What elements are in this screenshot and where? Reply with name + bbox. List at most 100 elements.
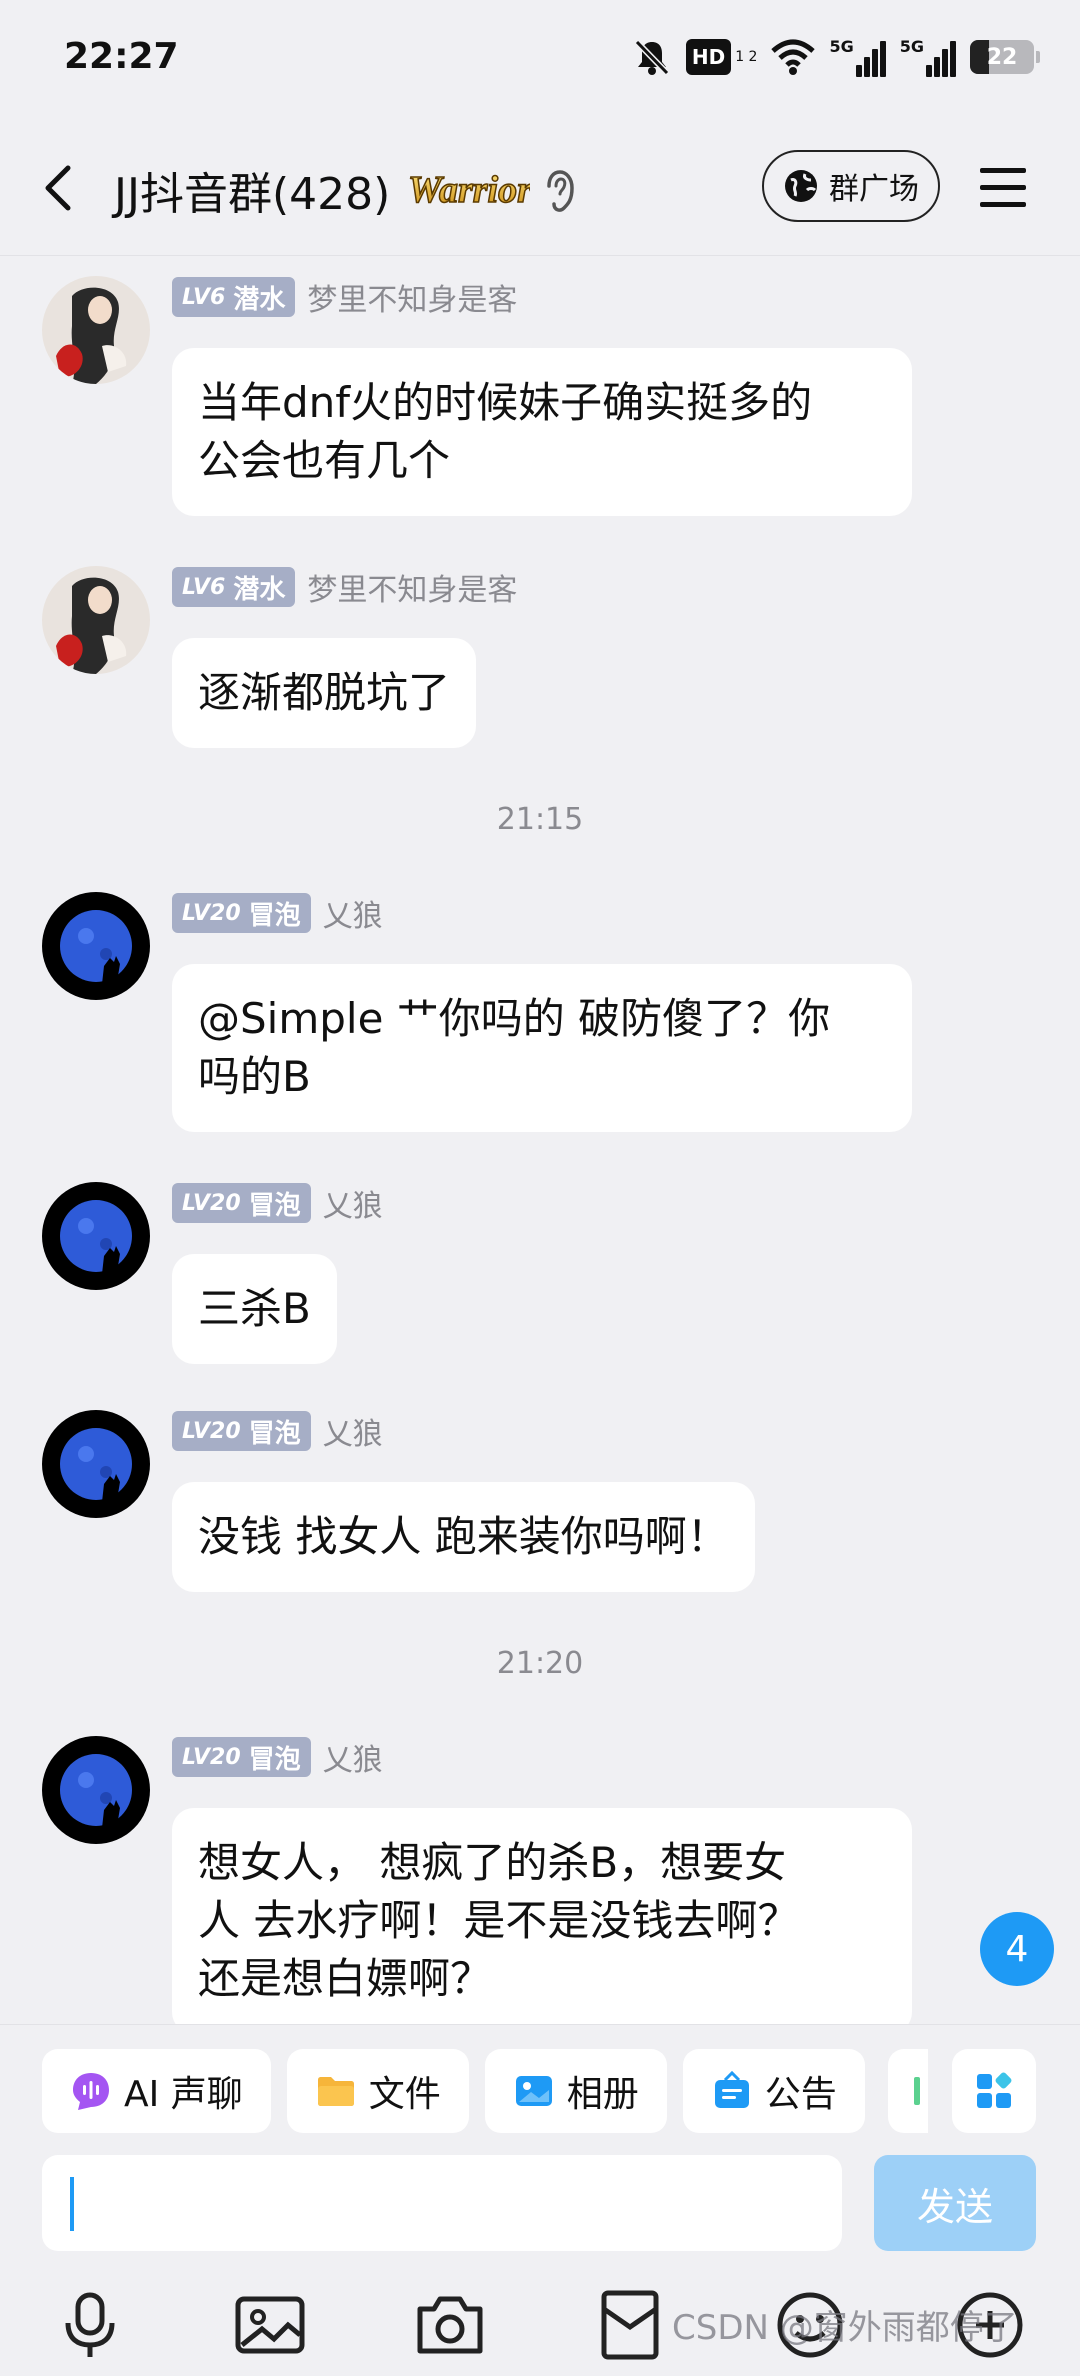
message-line: 人 去水疗啊！是不是没钱去啊？ [198, 1896, 800, 1945]
announcement-label: 公告 [764, 2074, 837, 2115]
signal-bar [871, 49, 878, 77]
rank-text: 冒泡 [248, 1744, 301, 1775]
group-square-button[interactable]: 群广场 [762, 150, 940, 222]
level-text: LV20 [182, 1418, 241, 1444]
timestamp: 21:20 [496, 1646, 584, 1681]
level-text: LV20 [182, 1190, 241, 1216]
message-bubble[interactable]: 没钱 找女人 跑来装你吗啊！ [172, 1482, 755, 1592]
signal-1-icon: 5G [829, 37, 886, 77]
message-bubble[interactable]: @Simple 艹你吗的 破防傻了？你 吗的B [172, 964, 912, 1132]
message-bubble[interactable]: 逐渐都脱坑了 [172, 638, 477, 748]
sender-name[interactable]: 乂狼 [323, 1181, 383, 1225]
red-packet-icon[interactable] [594, 2289, 666, 2361]
file-button[interactable]: 文件 [286, 2049, 469, 2133]
rank-text: 冒泡 [248, 1418, 301, 1449]
message-bubble[interactable]: 三杀B [172, 1254, 337, 1364]
avatar-image [42, 1736, 150, 1844]
avatar-image [42, 892, 150, 1000]
battery-icon: 22 [970, 40, 1034, 74]
signal-bar [855, 65, 862, 77]
send-button[interactable]: 发送 [874, 2155, 1036, 2251]
announcement-button[interactable]: 公告 [682, 2049, 865, 2133]
quick-action-partial[interactable] [888, 2049, 928, 2133]
avatar-girl[interactable] [42, 566, 150, 674]
message-meta: LV6 潜水 梦里不知身是客 [172, 566, 517, 608]
message-meta: LV6 潜水 梦里不知身是客 [172, 276, 517, 318]
sender-name[interactable]: 乂狼 [323, 891, 383, 935]
unread-count-badge[interactable]: 4 [980, 1912, 1054, 1986]
avatar-girl[interactable] [42, 276, 150, 384]
level-text: LV6 [182, 284, 226, 310]
announcement-icon [714, 2070, 749, 2108]
message-meta: LV20 冒泡 乂狼 [172, 1182, 383, 1224]
globe-icon [785, 170, 817, 202]
battery-tip [1036, 51, 1040, 63]
message-meta: LV20 冒泡 乂狼 [172, 1736, 383, 1778]
quick-actions: AI 声聊 文件 相册 公告 [42, 2049, 865, 2133]
avatar-moon-wolf[interactable] [42, 1182, 150, 1290]
level-badge: LV6 潜水 [172, 277, 296, 317]
ai-voice-button[interactable]: AI 声聊 [42, 2049, 271, 2133]
menu-icon[interactable] [978, 160, 1028, 216]
album-button[interactable]: 相册 [484, 2049, 667, 2133]
group-square-label: 群广场 [829, 172, 919, 207]
rank-text: 冒泡 [248, 1190, 301, 1221]
message-line: 没钱 找女人 跑来装你吗啊！ [198, 1512, 729, 1561]
folder-icon [317, 2077, 354, 2106]
avatar-moon-wolf[interactable] [42, 1410, 150, 1518]
avatar-moon-wolf[interactable] [42, 892, 150, 1000]
sender-name[interactable]: 乂狼 [323, 1735, 383, 1779]
message-line: 三杀B [198, 1284, 311, 1333]
message-bubble[interactable]: 想女人， 想疯了的杀B，想要女 人 去水疗啊！是不是没钱去啊？ 还是想白嫖啊？ [172, 1808, 912, 2024]
watermark: CSDN @窗外雨都停了 [672, 2308, 1018, 2348]
message-meta: LV20 冒泡 乂狼 [172, 1410, 383, 1452]
message-line: 逐渐都脱坑了 [198, 668, 451, 717]
svg-text:Warrior: Warrior [408, 169, 530, 211]
level-text: LV20 [182, 1744, 241, 1770]
signal-bar [950, 41, 956, 77]
signal-2-label: 5G [899, 37, 924, 56]
signal-1-label: 5G [829, 37, 854, 56]
sender-name[interactable]: 乂狼 [323, 1409, 383, 1453]
avatar-image [42, 1410, 150, 1518]
level-badge: LV20 冒泡 [172, 1737, 311, 1777]
camera-icon[interactable] [414, 2289, 486, 2361]
image-icon[interactable] [234, 2289, 306, 2361]
rank-text: 潜水 [233, 574, 286, 605]
mic-icon[interactable] [54, 2289, 126, 2361]
sender-name[interactable]: 梦里不知身是客 [307, 565, 517, 609]
hd-sub: 1 2 [735, 49, 758, 65]
ear-icon[interactable] [542, 164, 582, 216]
ai-voice-icon [73, 2073, 109, 2110]
chat-header: JJ抖音群(428) Warrior 群广场 [0, 120, 1080, 256]
apps-button[interactable] [952, 2049, 1036, 2133]
group-title[interactable]: JJ抖音群(428) [114, 158, 390, 222]
level-badge: LV6 潜水 [172, 567, 296, 607]
avatar-image [42, 1182, 150, 1290]
signal-bar [863, 57, 870, 77]
timestamp: 21:15 [496, 802, 584, 837]
status-time: 22:27 [64, 36, 179, 77]
signal-bar [934, 57, 940, 77]
message-input[interactable] [42, 2155, 842, 2251]
message-line: @Simple 艹你吗的 破防傻了？你 [198, 994, 831, 1043]
sender-name[interactable]: 梦里不知身是客 [307, 275, 517, 319]
message-line: 当年dnf火的时候妹子确实挺多的 [198, 378, 813, 427]
album-label: 相册 [566, 2074, 639, 2115]
message-line: 公会也有几个 [198, 436, 451, 485]
level-text: LV20 [182, 900, 241, 926]
battery-level: 22 [986, 44, 1018, 70]
avatar-moon-wolf[interactable] [42, 1736, 150, 1844]
rank-text: 冒泡 [248, 900, 301, 931]
signal-bar [942, 49, 948, 77]
apps-grid-icon [977, 2072, 1012, 2108]
partial-icon [914, 2077, 920, 2105]
mute-bell-icon [634, 39, 670, 76]
signal-bar [926, 65, 932, 77]
message-list[interactable]: LV6 潜水 梦里不知身是客 当年dnf火的时候妹子确实挺多的 公会也有几个 L… [0, 256, 1080, 2024]
wifi-icon [771, 39, 816, 75]
message-bubble[interactable]: 当年dnf火的时候妹子确实挺多的 公会也有几个 [172, 348, 912, 516]
status-bar: 22:27 HD 1 2 5G 5G 22 [0, 0, 1080, 120]
level-badge: LV20 冒泡 [172, 1411, 311, 1451]
back-arrow-icon[interactable] [30, 152, 90, 224]
